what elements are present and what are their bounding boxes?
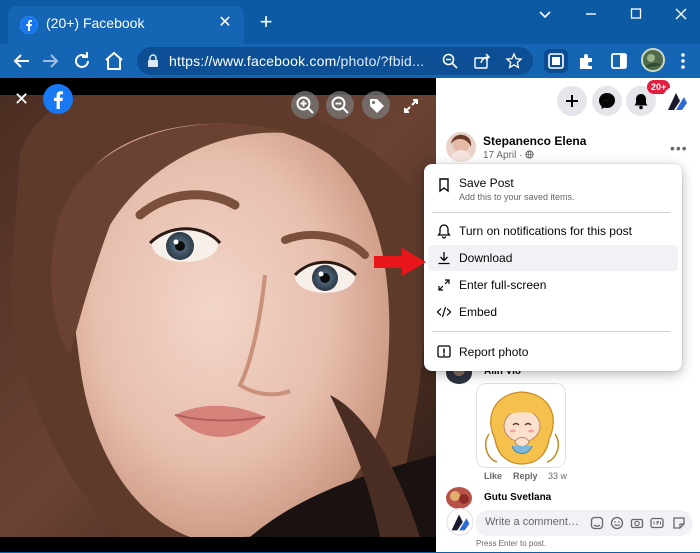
forward-arrow-icon[interactable] — [38, 49, 62, 73]
emoji-icon[interactable] — [610, 516, 624, 530]
comment-time[interactable]: 33 w — [548, 471, 567, 481]
zoom-icon[interactable] — [441, 52, 459, 70]
browser-tab-strip: (20+) Facebook ✕ + — [0, 0, 700, 44]
menu-item-download[interactable]: Download — [428, 245, 678, 271]
comment-avatar[interactable] — [446, 487, 472, 509]
composer-hint: Press Enter to post. — [476, 539, 547, 548]
maximize-icon[interactable] — [625, 6, 647, 22]
bell-icon — [436, 223, 452, 239]
post-date[interactable]: 17 April · — [483, 150, 534, 161]
menu-item-turn-on-notifications[interactable]: Turn on notifications for this post — [428, 218, 678, 244]
post-date-text: 17 April · — [483, 150, 523, 161]
bookmark-star-icon[interactable] — [505, 52, 523, 70]
photo-viewer: ✕ — [0, 78, 436, 552]
menu-item-description: Add this to your saved items. — [459, 192, 575, 202]
globe-icon — [525, 150, 534, 159]
account-avatar[interactable] — [662, 86, 692, 116]
menu-item-label: Report photo — [459, 345, 529, 359]
author-avatar[interactable] — [446, 132, 476, 162]
menu-divider — [432, 331, 670, 332]
comment-input-placeholder: Write a comment… — [485, 516, 579, 528]
comment-sticker[interactable] — [476, 383, 566, 468]
share-icon[interactable] — [473, 52, 491, 70]
menu-item-embed[interactable]: Embed — [428, 299, 678, 325]
menu-item-label: Embed — [459, 305, 498, 319]
menu-item-report-photo[interactable]: Report photo — [428, 339, 678, 365]
url-path: /photo/?fbid... — [336, 53, 425, 69]
post-options-menu: Save Post Add this to your saved items. … — [424, 164, 682, 371]
new-tab-button[interactable]: + — [256, 11, 276, 33]
close-viewer-button[interactable]: ✕ — [8, 86, 36, 114]
extension-screenshot-icon[interactable] — [544, 49, 568, 73]
reply-comment-button[interactable]: Reply — [513, 471, 538, 481]
url-host: https://www.facebook.com — [169, 53, 337, 69]
like-comment-button[interactable]: Like — [484, 471, 502, 481]
profile-avatar[interactable] — [641, 48, 665, 72]
address-bar-row: https://www.facebook.com/photo/?fbid... — [0, 44, 700, 78]
comment-input[interactable]: Write a comment… — [475, 510, 693, 536]
annotation-arrow-icon — [374, 248, 426, 276]
browser-tab[interactable]: (20+) Facebook ✕ — [8, 6, 244, 44]
minimize-icon[interactable] — [580, 6, 602, 22]
tab-title: (20+) Facebook — [46, 15, 145, 31]
menu-divider — [432, 212, 670, 213]
sticker-icon[interactable] — [672, 516, 686, 530]
code-icon — [436, 304, 452, 320]
composer-avatar — [446, 508, 474, 536]
create-button[interactable] — [557, 86, 587, 116]
post-options-button[interactable]: ••• — [670, 140, 688, 156]
comment-author[interactable]: Gutu Svetlana — [484, 492, 551, 503]
tag-photo-button[interactable] — [362, 91, 390, 119]
facebook-logo-icon[interactable] — [43, 84, 73, 114]
menu-item-label: Download — [459, 251, 513, 265]
close-icon: ✕ — [14, 89, 30, 109]
avatar-sticker-icon[interactable] — [590, 516, 604, 530]
menu-item-label: Save Post — [459, 176, 514, 190]
messenger-icon[interactable] — [592, 86, 622, 116]
omnibox[interactable]: https://www.facebook.com/photo/?fbid... — [137, 47, 533, 75]
window-close-icon[interactable] — [670, 6, 692, 22]
url-text: https://www.facebook.com/photo/?fbid... — [169, 53, 424, 69]
browser-menu-icon[interactable] — [671, 49, 695, 73]
tab-close-icon[interactable]: ✕ — [216, 14, 234, 32]
facebook-favicon-icon — [20, 16, 38, 34]
back-arrow-icon[interactable] — [10, 49, 34, 73]
fullscreen-icon[interactable] — [401, 96, 421, 116]
download-icon — [436, 250, 452, 266]
side-panel-icon[interactable] — [607, 49, 631, 73]
post-author-name[interactable]: Stepanenco Elena — [483, 134, 586, 148]
bookmark-icon — [436, 177, 452, 193]
menu-item-save-post[interactable]: Save Post Add this to your saved items. — [428, 170, 678, 210]
menu-item-enter-full-screen[interactable]: Enter full-screen — [428, 272, 678, 298]
extensions-puzzle-icon[interactable] — [575, 49, 599, 73]
gif-icon[interactable] — [650, 516, 664, 530]
zoom-out-button[interactable] — [326, 91, 354, 119]
camera-icon[interactable] — [630, 516, 644, 530]
lock-icon — [147, 54, 159, 73]
home-icon[interactable] — [102, 49, 126, 73]
reload-icon[interactable] — [70, 49, 94, 73]
tab-search-chevron-icon[interactable] — [534, 6, 556, 22]
menu-item-label: Enter full-screen — [459, 278, 547, 292]
menu-item-label: Turn on notifications for this post — [459, 224, 632, 238]
photo[interactable] — [0, 95, 436, 537]
zoom-in-button[interactable] — [291, 91, 319, 119]
expand-icon — [436, 277, 452, 293]
report-icon — [436, 344, 452, 360]
